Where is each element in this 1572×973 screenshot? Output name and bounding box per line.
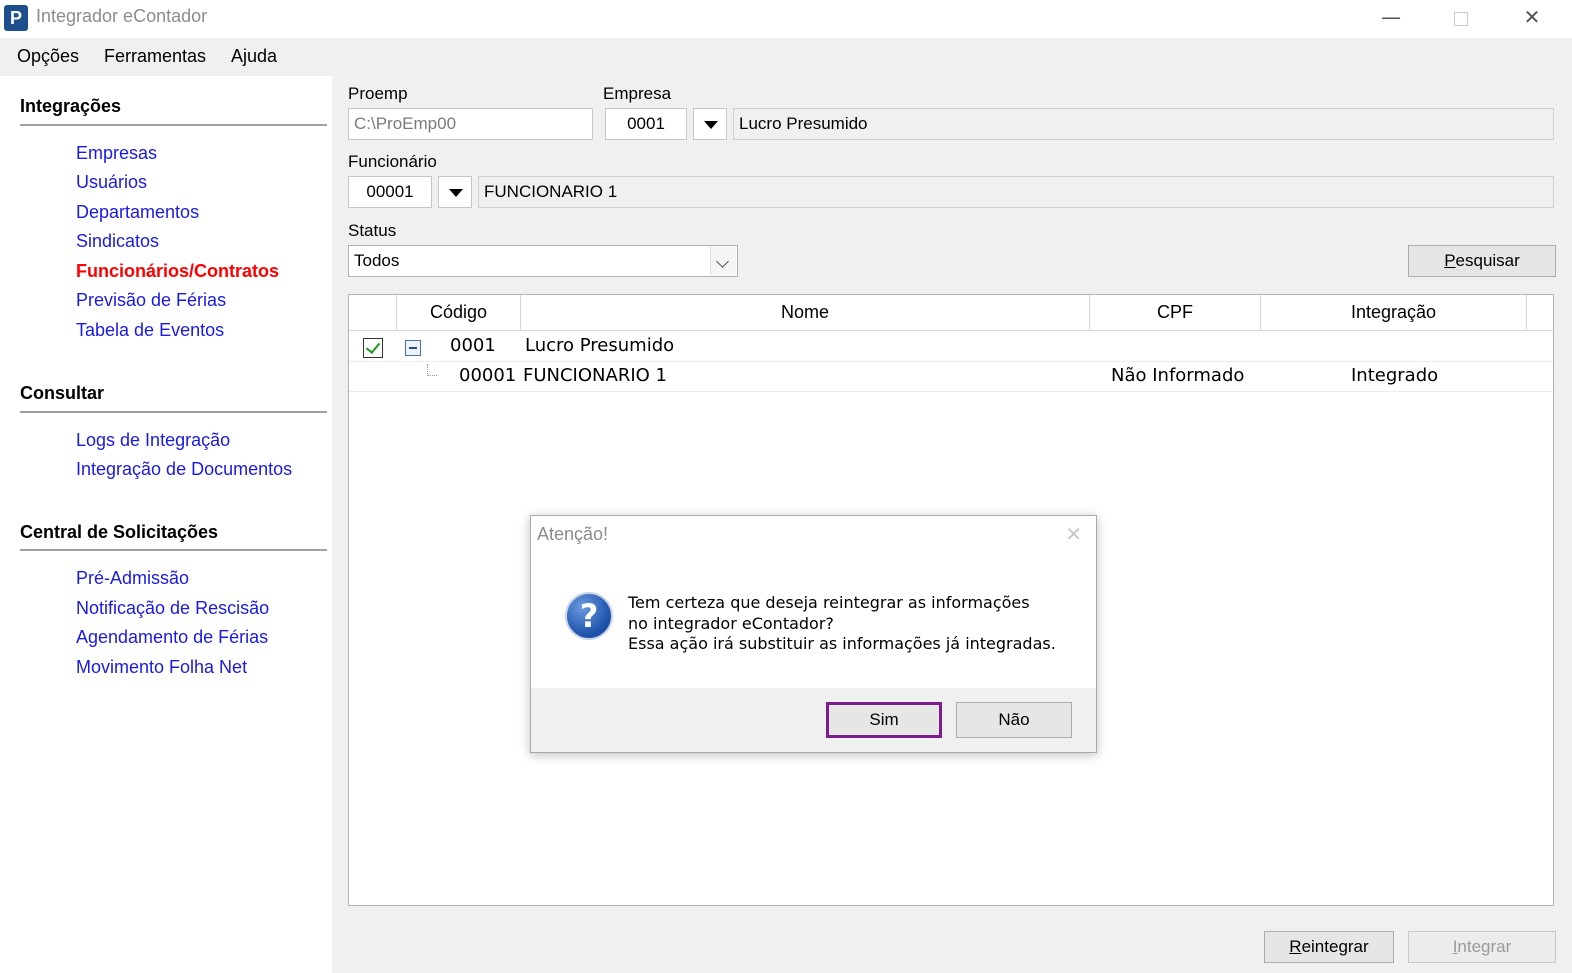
integrar-button[interactable]: Integrar	[1408, 931, 1556, 963]
table-row[interactable]: 00001 FUNCIONARIO 1 Não Informado Integr…	[349, 362, 1553, 392]
section-divider	[20, 124, 327, 126]
maximize-button[interactable]	[1426, 0, 1496, 36]
integrar-label: ntegrar	[1457, 937, 1512, 956]
sidebar-item-notificacao-rescisao[interactable]: Notificação de Rescisão	[76, 598, 269, 619]
chevron-down-icon	[449, 189, 463, 197]
status-select-value: Todos	[354, 251, 400, 270]
menu-ferramentas[interactable]: Ferramentas	[104, 46, 206, 67]
menu-ajuda[interactable]: Ajuda	[231, 46, 277, 67]
funcionario-code-field[interactable]: 00001	[348, 176, 432, 208]
sidebar: Integrações Empresas Usuários Departamen…	[0, 76, 332, 973]
section-title-central-solicitacoes: Central de Solicitações	[20, 522, 219, 542]
dialog-close-button[interactable]: ✕	[1065, 522, 1082, 546]
dialog-footer: Sim Não	[531, 688, 1096, 752]
app-logo-icon: P	[4, 5, 28, 31]
empresa-code-field[interactable]: 0001	[605, 108, 687, 140]
tree-connector	[427, 364, 437, 376]
sidebar-item-agendamento-ferias[interactable]: Agendamento de Férias	[76, 627, 268, 648]
maximize-icon	[1454, 11, 1468, 26]
sidebar-item-sindicatos[interactable]: Sindicatos	[76, 231, 159, 252]
cell-nome: FUNCIONARIO 1	[523, 365, 667, 386]
dialog-message: Tem certeza que deseja reintegrar as inf…	[628, 593, 1056, 655]
cell-codigo: 0001	[450, 335, 496, 356]
funcionario-dropdown-button[interactable]	[438, 176, 472, 208]
status-label: Status	[348, 221, 397, 240]
menu-bar: Opções Ferramentas Ajuda	[0, 38, 1572, 76]
nao-button[interactable]: Não	[956, 702, 1072, 738]
section-divider	[20, 549, 327, 551]
reintegrar-accesskey: R	[1289, 937, 1302, 956]
column-header-nome[interactable]: Nome	[521, 295, 1090, 331]
column-header-integracao[interactable]: Integração	[1261, 295, 1527, 331]
row-checkbox[interactable]	[363, 338, 383, 358]
empresa-dropdown-button[interactable]	[693, 108, 727, 140]
confirm-dialog: Atenção! ✕ ? Tem certeza que deseja rein…	[530, 515, 1097, 753]
menu-opcoes[interactable]: Opções	[17, 46, 79, 67]
column-header-cpf[interactable]: CPF	[1090, 295, 1261, 331]
sidebar-item-previsao-ferias[interactable]: Previsão de Férias	[76, 290, 226, 311]
chevron-down-icon	[704, 121, 718, 129]
sidebar-item-tabela-eventos[interactable]: Tabela de Eventos	[76, 320, 224, 341]
dialog-title: Atenção!	[537, 524, 609, 544]
sidebar-item-departamentos[interactable]: Departamentos	[76, 202, 199, 223]
minimize-button[interactable]: —	[1356, 0, 1426, 36]
pesquisar-button[interactable]: Pesquisar	[1408, 245, 1556, 277]
title-bar: P Integrador eContador — ✕	[0, 0, 1572, 36]
grid-header: Código Nome CPF Integração	[349, 295, 1553, 331]
proemp-label: Proemp	[348, 84, 408, 103]
collapse-icon[interactable]	[405, 340, 421, 356]
dialog-message-line: Essa ação irá substituir as informações …	[628, 634, 1056, 653]
funcionario-name-field: FUNCIONARIO 1	[478, 176, 1554, 208]
column-header-select	[349, 295, 397, 331]
dialog-message-line: Tem certeza que deseja reintegrar as inf…	[628, 593, 1030, 612]
section-divider	[20, 411, 327, 413]
cell-integracao: Integrado	[1351, 365, 1439, 386]
pesquisar-accesskey: P	[1444, 251, 1456, 270]
section-title-consultar: Consultar	[20, 383, 105, 403]
proemp-field[interactable]: C:\ProEmp00	[348, 108, 593, 140]
sidebar-item-empresas[interactable]: Empresas	[76, 143, 157, 164]
close-window-button[interactable]: ✕	[1497, 0, 1567, 36]
cell-codigo: 00001	[459, 365, 517, 386]
sidebar-item-movimento-folha-net[interactable]: Movimento Folha Net	[76, 657, 247, 678]
reintegrar-button[interactable]: Reintegrar	[1264, 931, 1394, 963]
sim-button[interactable]: Sim	[826, 702, 942, 738]
sidebar-item-pre-admissao[interactable]: Pré-Admissão	[76, 568, 189, 589]
section-title-integracoes: Integrações	[20, 96, 122, 116]
empresa-label: Empresa	[603, 84, 672, 103]
status-select[interactable]: Todos	[348, 245, 738, 277]
column-header-codigo[interactable]: Código	[397, 295, 521, 331]
reintegrar-label: eintegrar	[1301, 937, 1369, 956]
chevron-down-icon	[710, 247, 736, 275]
sidebar-item-integracao-documentos[interactable]: Integração de Documentos	[76, 459, 292, 480]
sidebar-item-usuarios[interactable]: Usuários	[76, 172, 147, 193]
table-row[interactable]: 0001 Lucro Presumido	[349, 332, 1553, 362]
cell-nome: Lucro Presumido	[525, 335, 675, 356]
cell-cpf: Não Informado	[1111, 365, 1245, 386]
pesquisar-label: esquisar	[1455, 251, 1520, 270]
window-title: Integrador eContador	[36, 6, 208, 26]
sidebar-item-funcionarios-contratos[interactable]: Funcionários/Contratos	[76, 261, 279, 282]
dialog-message-line: no integrador eContador?	[628, 613, 834, 633]
question-icon: ?	[565, 592, 613, 640]
empresa-name-field: Lucro Presumido	[733, 108, 1554, 140]
funcionario-label: Funcionário	[348, 152, 437, 171]
sidebar-item-logs-integracao[interactable]: Logs de Integração	[76, 430, 230, 451]
